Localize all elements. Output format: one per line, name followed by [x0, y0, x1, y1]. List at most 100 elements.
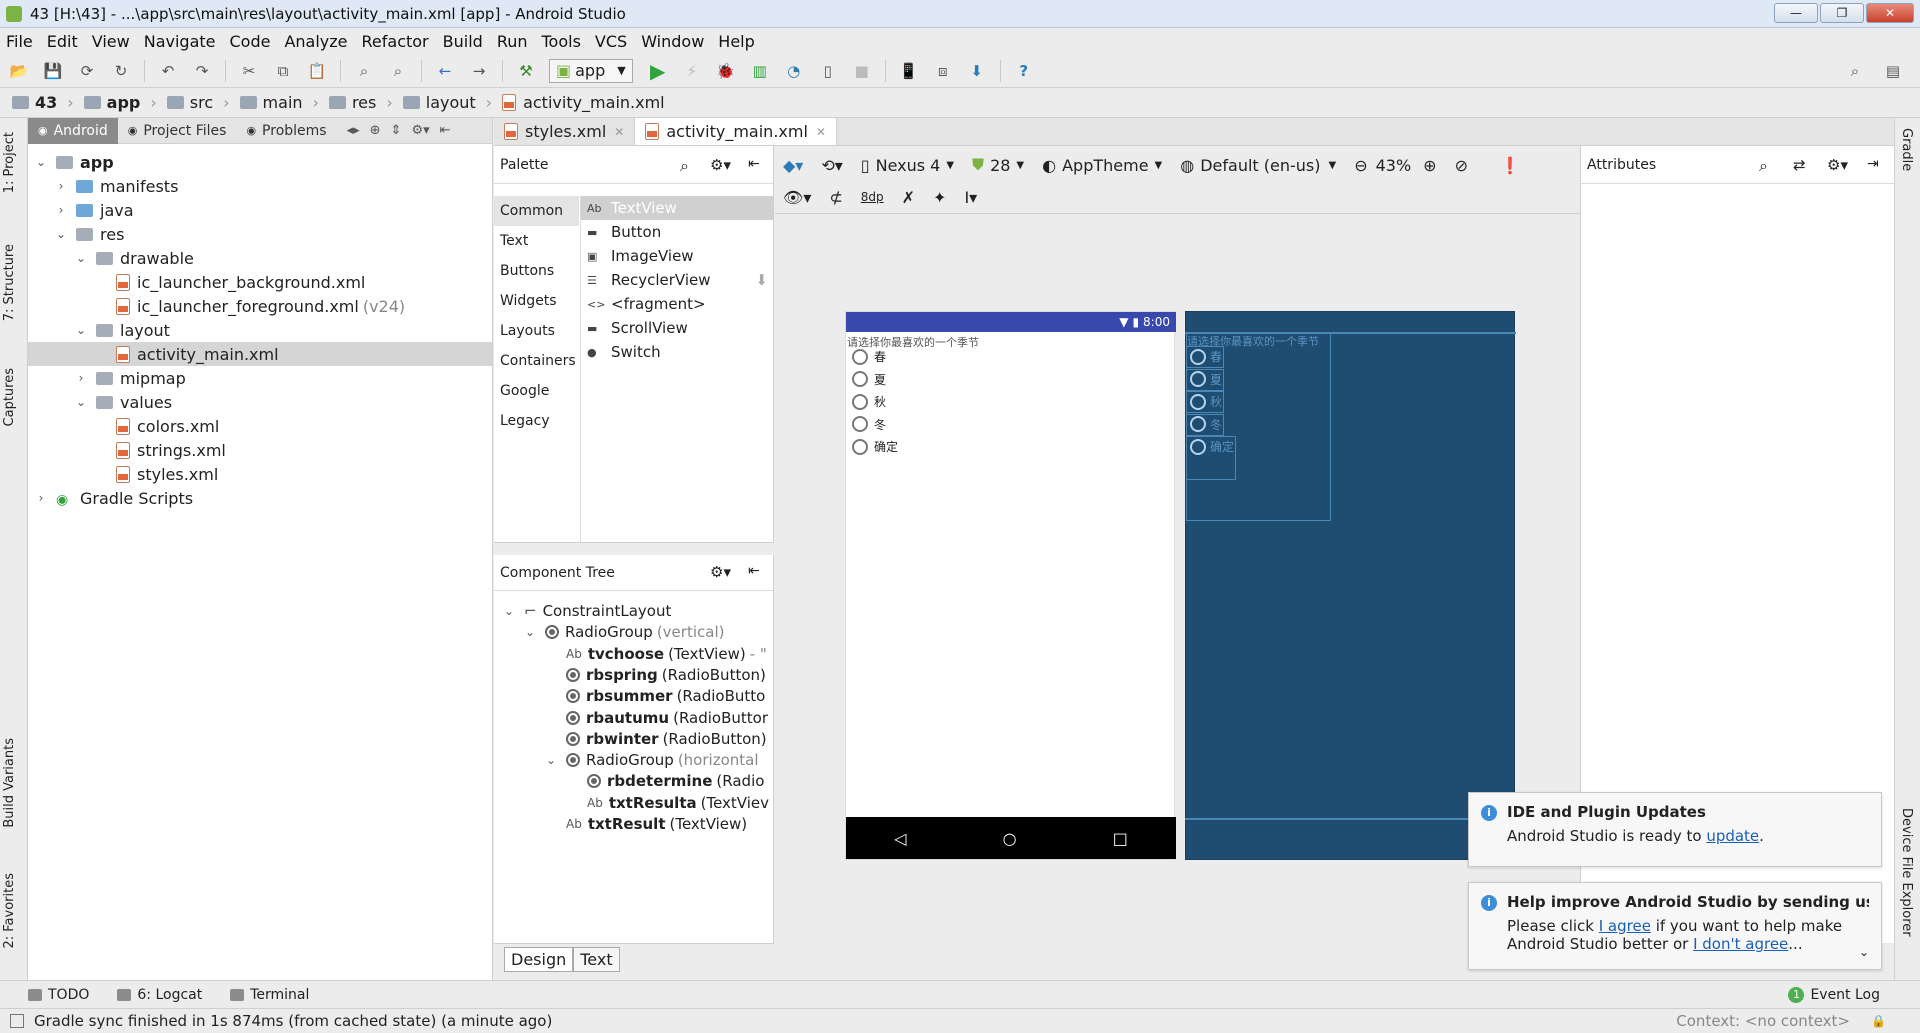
chevron-right-icon[interactable]: › [74, 371, 88, 385]
radio-option[interactable]: 冬 [852, 416, 886, 433]
eye-icon[interactable]: 👁▾ [783, 188, 811, 207]
expand-all-icon[interactable]: ⇕ [391, 123, 402, 138]
menu-file[interactable]: File [6, 32, 33, 51]
palette-category-legacy[interactable]: Legacy [494, 406, 579, 436]
menu-refactor[interactable]: Refactor [362, 32, 429, 51]
profile-icon[interactable]: ▥ [749, 60, 771, 82]
cut-icon[interactable]: ✂ [238, 60, 260, 82]
captures-tool-tab[interactable]: Captures [2, 368, 17, 426]
undo-icon[interactable]: ↶ [157, 60, 179, 82]
event-log-button[interactable]: 1 Event Log [1788, 986, 1880, 1003]
update-link[interactable]: update [1706, 827, 1759, 845]
magnet-icon[interactable]: ⊄ [829, 188, 842, 207]
palette-item-imageview[interactable]: ▣ ImageView [581, 244, 774, 268]
palette-category-buttons[interactable]: Buttons [494, 256, 579, 286]
palette-category-widgets[interactable]: Widgets [494, 286, 579, 316]
chevron-down-icon[interactable]: ⌄ [74, 323, 88, 337]
debug-icon[interactable]: 🐞 [715, 60, 737, 82]
gear-icon[interactable]: ⚙▾ [710, 563, 731, 581]
palette-category-layouts[interactable]: Layouts [494, 316, 579, 346]
editor-tab-activity_main-xml[interactable]: activity_main.xml ✕ [635, 118, 837, 145]
breadcrumb-item[interactable]: app › [83, 93, 157, 112]
tree-item-activity-main-xml[interactable]: activity_main.xml [28, 342, 492, 366]
breadcrumb-item[interactable]: activity_main.xml [502, 93, 665, 112]
editor-tab-styles-xml[interactable]: styles.xml ✕ [494, 118, 636, 145]
chevron-right-icon[interactable]: › [34, 491, 48, 505]
close-button[interactable]: ✕ [1866, 3, 1914, 23]
replace-icon[interactable]: ⌕ [387, 60, 409, 82]
menu-code[interactable]: Code [230, 32, 271, 51]
chevron-right-icon[interactable]: › [54, 203, 68, 217]
sdk-manager-icon[interactable]: ⬇ [966, 60, 988, 82]
disagree-link[interactable]: I don't agree [1693, 935, 1788, 953]
profiler-icon[interactable]: ◔ [783, 60, 805, 82]
run-icon[interactable]: ▶ [647, 59, 669, 83]
swap-view-icon[interactable]: ⇄ [1793, 156, 1806, 174]
close-icon[interactable]: ✕ [816, 125, 826, 139]
forward-icon[interactable]: → [468, 60, 490, 82]
chevron-down-icon[interactable]: ⌄ [1859, 945, 1869, 959]
project-tool-tab[interactable]: 1: Project [2, 132, 17, 193]
chevron-down-icon[interactable]: ⌄ [544, 753, 558, 767]
agree-link[interactable]: I agree [1599, 917, 1651, 935]
project-tab-problems[interactable]: ◉ Problems [236, 118, 336, 144]
tree-item-colors-xml[interactable]: colors.xml [28, 414, 492, 438]
copy-icon[interactable]: ⧉ [272, 60, 294, 82]
lock-icon[interactable]: 🔒 [1871, 1014, 1886, 1028]
sync-gradle-icon[interactable]: ⧈ [932, 60, 954, 82]
back-icon[interactable]: ← [434, 60, 456, 82]
structure-tool-tab[interactable]: 7: Structure [2, 244, 17, 321]
tree-item-layout[interactable]: ⌄ layout [28, 318, 492, 342]
palette-category-containers[interactable]: Containers [494, 346, 579, 376]
radio-option[interactable]: 夏 [852, 371, 886, 388]
tool-logcat[interactable]: 6: Logcat [117, 987, 202, 1003]
layout-toggle-icon[interactable]: ▤ [1882, 60, 1904, 82]
breadcrumb-item[interactable]: main › [239, 93, 319, 112]
palette-item-switch[interactable]: ● Switch [581, 340, 774, 364]
layers-icon[interactable]: ◆▾ [783, 156, 803, 175]
tree-item-ic-launcher-background-xml[interactable]: ic_launcher_background.xml [28, 270, 492, 294]
zoom-in-icon[interactable]: ⊕ [1423, 156, 1436, 175]
menu-analyze[interactable]: Analyze [284, 32, 347, 51]
breadcrumb-item[interactable]: res › [328, 93, 393, 112]
menu-build[interactable]: Build [443, 32, 483, 51]
theme-select[interactable]: ◐ AppTheme ▼ [1042, 156, 1162, 175]
breadcrumb-item[interactable]: layout › [402, 93, 492, 112]
menu-help[interactable]: Help [718, 32, 754, 51]
breadcrumb-item[interactable]: src › [166, 93, 230, 112]
locale-select[interactable]: ◍ Default (en-us) ▼ [1180, 156, 1336, 175]
run-config-select[interactable]: ▣ app ▼ [549, 58, 633, 83]
menu-navigate[interactable]: Navigate [144, 32, 216, 51]
download-icon[interactable]: ⬇ [755, 271, 768, 289]
project-tab-android[interactable]: ◉ Android [28, 117, 118, 144]
make-project-icon[interactable]: ⚒ [515, 60, 537, 82]
maximize-button[interactable]: ❐ [1820, 3, 1864, 23]
menu-window[interactable]: Window [641, 32, 704, 51]
component-txtresult[interactable]: Ab txtResult (TextView) [544, 812, 747, 836]
tree-item-res[interactable]: ⌄ res [28, 222, 492, 246]
tool-terminal[interactable]: Terminal [230, 987, 309, 1003]
save-icon[interactable]: 💾 [42, 60, 64, 82]
gear-icon[interactable]: ⚙▾ [1827, 156, 1848, 174]
default-margin[interactable]: 8dp [861, 190, 884, 204]
chevron-right-icon[interactable]: › [54, 179, 68, 193]
stop-icon[interactable]: ■ [851, 60, 873, 82]
attach-debugger-icon[interactable]: ▯ [817, 60, 839, 82]
find-icon[interactable]: ⌕ [353, 60, 375, 82]
device-file-explorer-tab[interactable]: Device File Explorer [1899, 808, 1914, 937]
avd-manager-icon[interactable]: 📱 [898, 60, 920, 82]
tree-item-app[interactable]: ⌄ app [28, 150, 492, 174]
palette-item-scrollview[interactable]: ▬ ScrollView [581, 316, 774, 340]
blueprint-preview[interactable]: 请选择你最喜欢的一个季节 春夏秋冬确定 [1185, 311, 1516, 860]
tree-item-drawable[interactable]: ⌄ drawable [28, 246, 492, 270]
minimize-button[interactable]: — [1774, 3, 1818, 23]
menu-edit[interactable]: Edit [47, 32, 78, 51]
api-select[interactable]: ⛊ 28 ▼ [972, 155, 1024, 175]
favorites-tool-tab[interactable]: 2: Favorites [2, 873, 17, 949]
gradle-tool-tab[interactable]: Gradle [1899, 128, 1914, 171]
tab-design[interactable]: Design [504, 947, 574, 972]
build-variants-tool-tab[interactable]: Build Variants [2, 738, 17, 828]
chevron-down-icon[interactable]: ⌄ [502, 604, 516, 618]
menu-view[interactable]: View [92, 32, 130, 51]
tree-item-styles-xml[interactable]: styles.xml [28, 462, 492, 486]
